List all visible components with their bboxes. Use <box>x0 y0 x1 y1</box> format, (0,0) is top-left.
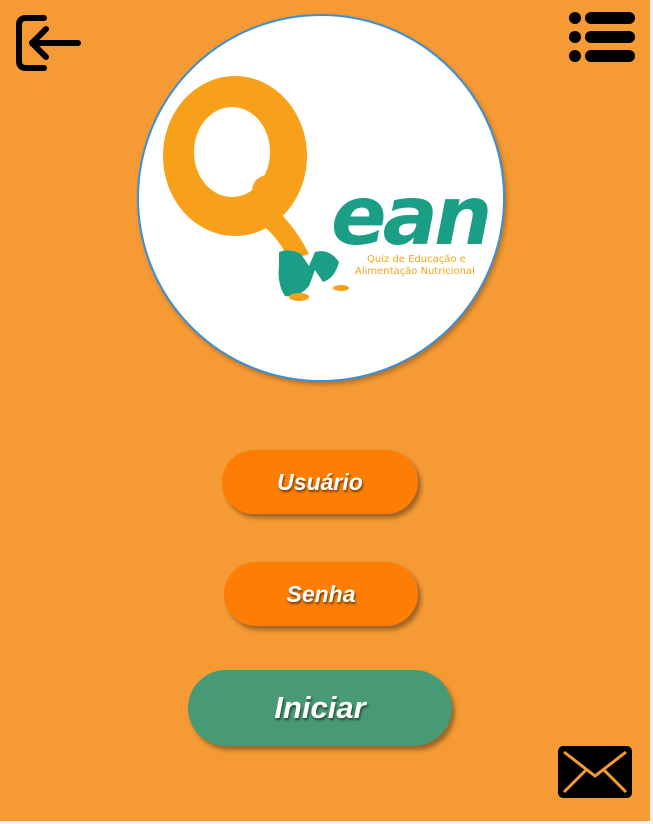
username-field[interactable]: Usuário <box>222 450 418 514</box>
start-button[interactable]: Iniciar <box>188 670 452 746</box>
logo-tagline-1: Quiz de Educação e <box>367 254 466 265</box>
password-label: Senha <box>286 580 356 607</box>
logo-tagline-2: Alimentação Nutricional <box>355 266 475 277</box>
mail-icon[interactable] <box>558 746 632 798</box>
login-screen: ean Quiz de Educação e Alimentação Nutri… <box>0 0 650 821</box>
username-label: Usuário <box>277 468 363 495</box>
logo-wordmark: ean <box>331 169 488 264</box>
start-label: Iniciar <box>274 690 366 725</box>
password-field[interactable]: Senha <box>224 562 418 626</box>
menu-icon[interactable] <box>568 10 638 66</box>
app-logo: ean Quiz de Educação e Alimentação Nutri… <box>137 14 505 382</box>
exit-icon[interactable] <box>14 12 82 74</box>
